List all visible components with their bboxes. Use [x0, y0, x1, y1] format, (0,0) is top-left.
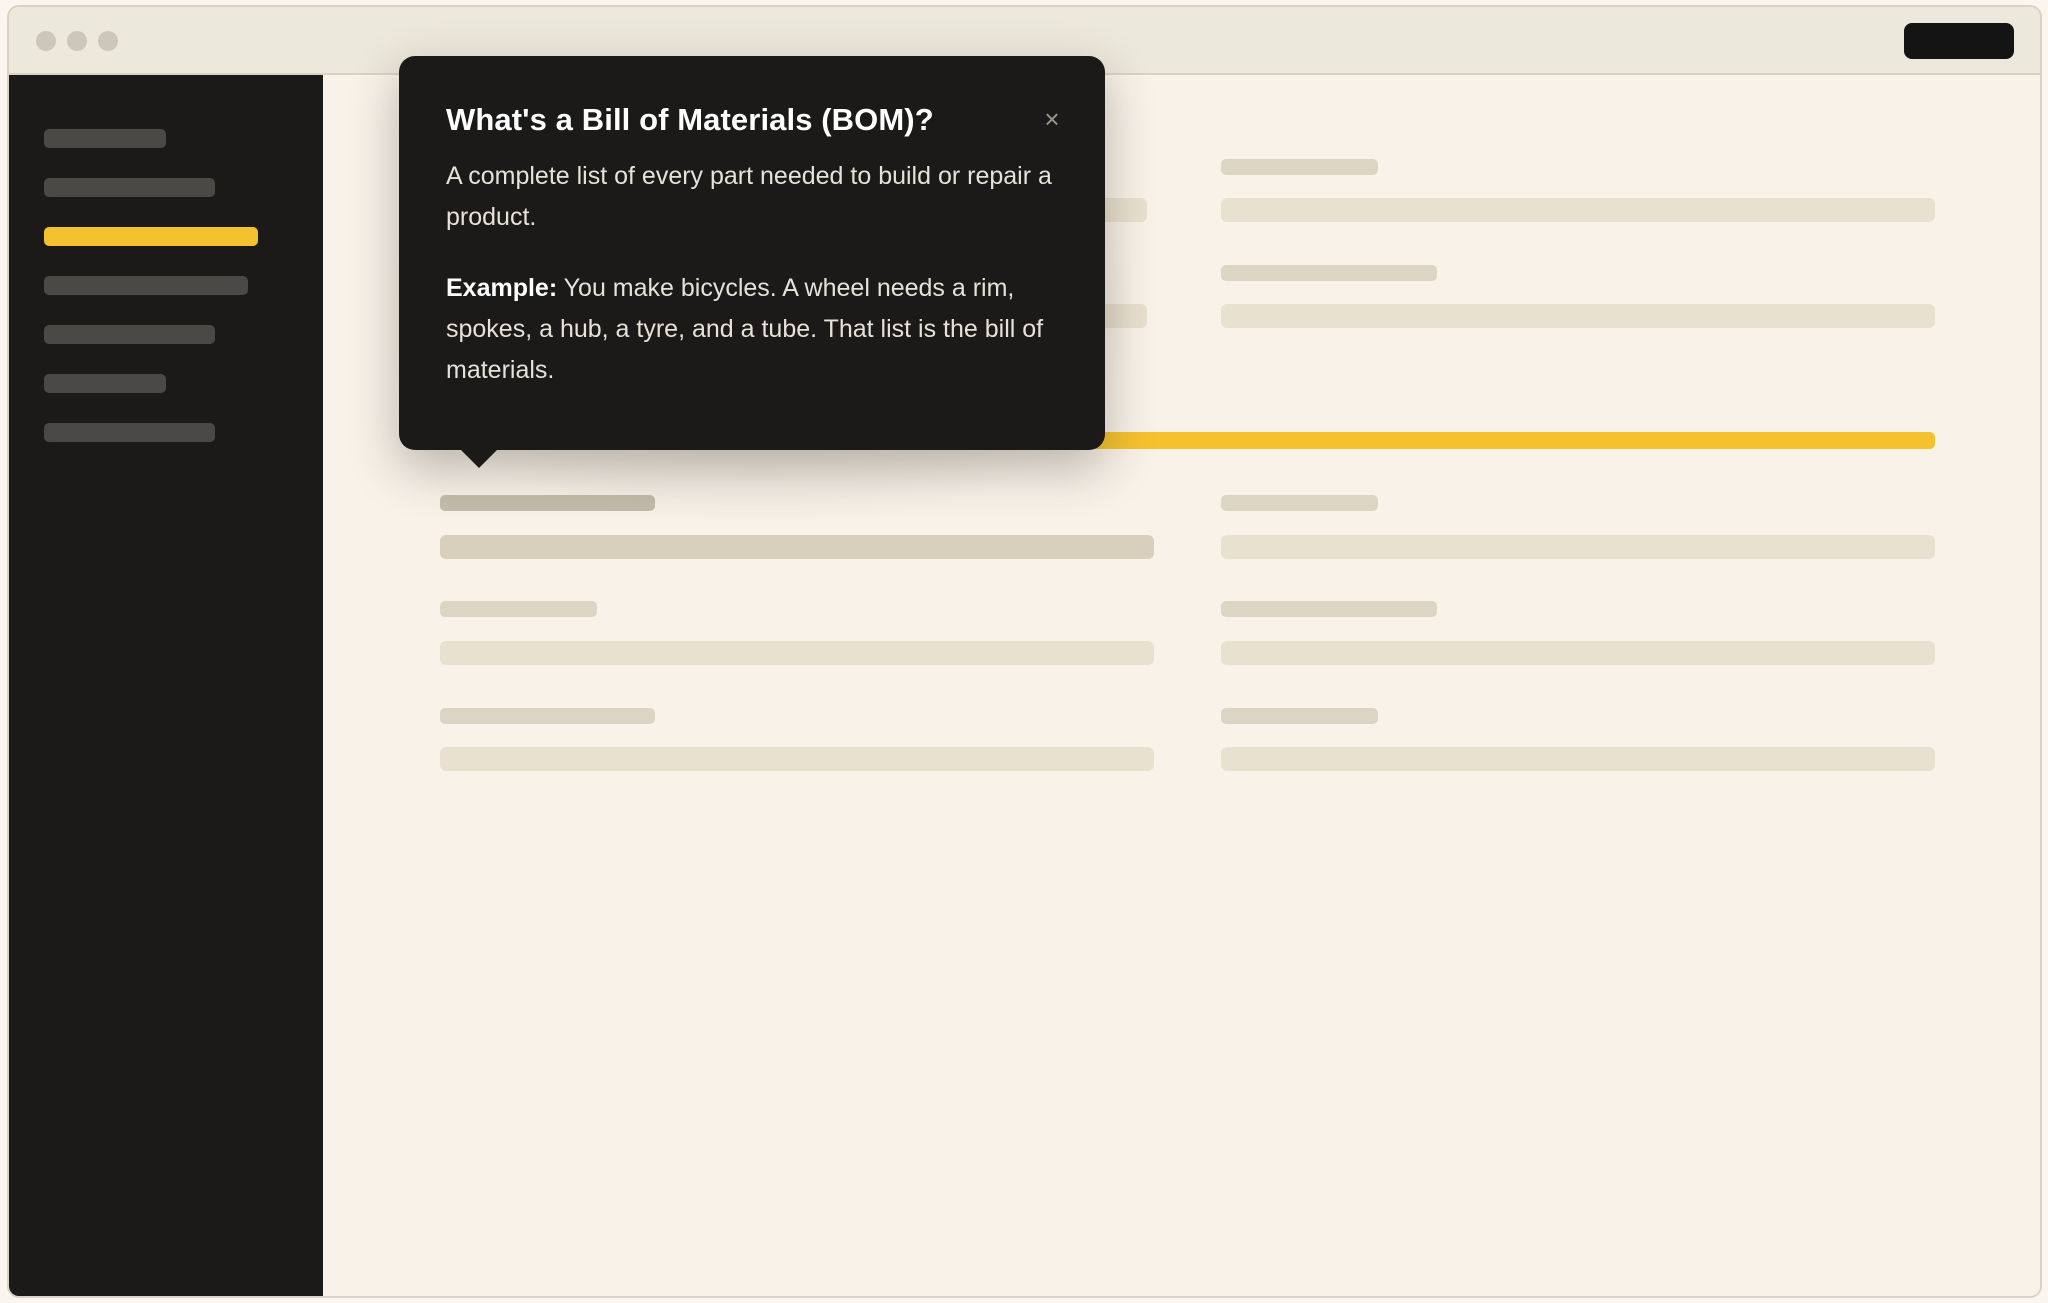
field-input-placeholder[interactable]	[440, 641, 1154, 665]
popover-definition: A complete list of every part needed to …	[446, 162, 1052, 231]
example-label: Example:	[446, 274, 558, 302]
field-input-placeholder[interactable]	[440, 747, 1154, 771]
field-input-placeholder[interactable]	[440, 535, 1154, 559]
sidebar	[9, 75, 323, 1296]
sidebar-item-placeholder[interactable]	[44, 325, 215, 344]
field-label-placeholder	[440, 495, 655, 511]
window-zoom-dot[interactable]	[98, 31, 118, 51]
field-label-placeholder	[1221, 495, 1378, 511]
field-label-placeholder	[440, 708, 655, 724]
sidebar-item-active[interactable]	[44, 227, 258, 246]
sidebar-item-placeholder[interactable]	[44, 423, 215, 442]
field-input-placeholder[interactable]	[1221, 747, 1935, 771]
sidebar-item-placeholder[interactable]	[44, 129, 166, 148]
field-label-placeholder	[1221, 265, 1437, 281]
sidebar-item-placeholder[interactable]	[44, 178, 215, 197]
sidebar-item-placeholder[interactable]	[44, 276, 248, 295]
window-minimize-dot[interactable]	[67, 31, 87, 51]
field-input-placeholder[interactable]	[1221, 535, 1935, 559]
popover-example: Example: You make bicycles. A wheel need…	[446, 268, 1059, 391]
window-close-dot[interactable]	[36, 31, 56, 51]
field-input-placeholder[interactable]	[1221, 641, 1935, 665]
field-label-placeholder	[1221, 601, 1437, 617]
close-icon[interactable]: ×	[1039, 106, 1065, 132]
bom-tooltip-popover: What's a Bill of Materials (BOM)? × A co…	[399, 56, 1105, 468]
field-label-placeholder	[1221, 708, 1378, 724]
header-action-button[interactable]	[1904, 23, 2014, 59]
popover-title: What's a Bill of Materials (BOM)?	[446, 102, 934, 137]
field-input-placeholder[interactable]	[1221, 198, 1935, 222]
field-label-placeholder	[440, 601, 597, 617]
field-input-placeholder[interactable]	[1221, 304, 1935, 328]
popover-pointer	[457, 446, 501, 468]
sidebar-item-placeholder[interactable]	[44, 374, 166, 393]
field-label-placeholder	[1221, 159, 1378, 175]
